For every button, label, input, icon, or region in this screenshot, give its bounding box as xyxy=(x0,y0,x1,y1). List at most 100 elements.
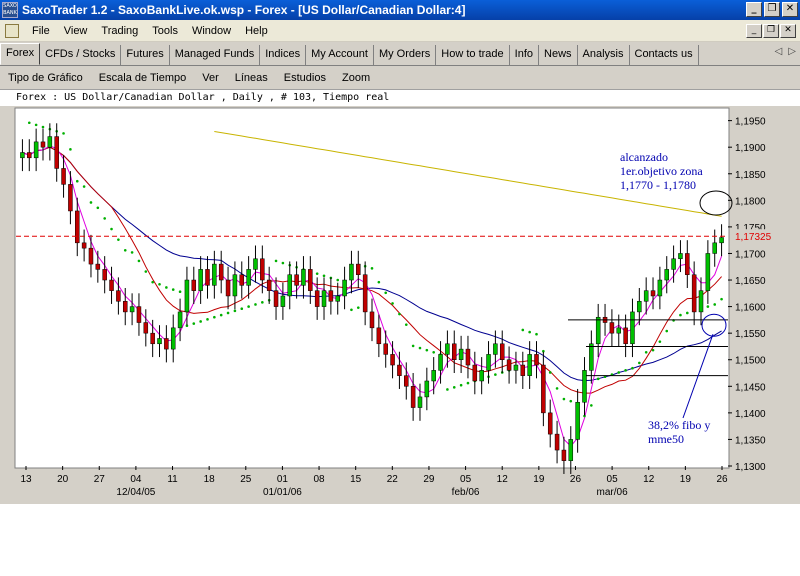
candle-body xyxy=(541,364,546,414)
sar-dot xyxy=(528,330,531,334)
document-icon[interactable] xyxy=(5,23,19,38)
mdi-restore-button[interactable]: ❐ xyxy=(763,24,779,38)
candle-body xyxy=(643,290,649,302)
candle-body xyxy=(664,269,669,281)
candle-body xyxy=(390,354,395,366)
sar-dot xyxy=(192,322,196,325)
sar-dot xyxy=(562,397,566,401)
menu-view[interactable]: View xyxy=(57,25,95,37)
menu-time-scale[interactable]: Escala de Tiempo xyxy=(91,72,194,84)
candle-body xyxy=(506,359,512,371)
tab-analysis[interactable]: Analysis xyxy=(578,45,630,65)
menu-chart-type[interactable]: Tipo de Gráfico xyxy=(0,72,91,84)
tab-forex[interactable]: Forex xyxy=(0,43,41,65)
sar-dot xyxy=(165,286,168,289)
sar-dot xyxy=(617,371,621,374)
mdi-close-button[interactable]: ✕ xyxy=(780,24,796,38)
tab-scroll-right-icon[interactable]: ▷ xyxy=(788,46,796,57)
chart-description: Forex : US Dollar/Canadian Dollar , Dail… xyxy=(0,90,800,106)
menu-help[interactable]: Help xyxy=(238,25,275,37)
candle-body xyxy=(650,290,656,297)
sar-dot xyxy=(638,361,641,365)
menu-tools[interactable]: Tools xyxy=(145,25,185,37)
candle-body xyxy=(534,354,539,366)
sar-dot xyxy=(548,371,552,374)
mdi-minimize-button[interactable]: _ xyxy=(746,24,762,38)
close-button[interactable]: ✕ xyxy=(782,2,798,17)
minimize-button[interactable]: _ xyxy=(746,2,762,17)
menu-ver[interactable]: Ver xyxy=(194,72,227,84)
candle-body xyxy=(122,301,128,313)
candle-body xyxy=(109,279,114,291)
candle-body xyxy=(383,343,388,355)
candle-body xyxy=(246,269,251,286)
tab-my-account[interactable]: My Account xyxy=(306,45,374,65)
sar-dot xyxy=(240,307,244,311)
y-tick-label: 1,1600 xyxy=(735,303,766,314)
sar-dot xyxy=(452,386,456,389)
y-tick-label: 1,1900 xyxy=(735,143,766,154)
sar-dot xyxy=(425,348,429,352)
candle-body xyxy=(376,327,382,345)
x-tick-label: 15 xyxy=(350,474,362,485)
restore-button[interactable]: ❐ xyxy=(764,2,780,17)
candle-body xyxy=(232,274,238,297)
sar-dot xyxy=(27,121,31,125)
sar-dot xyxy=(631,366,634,370)
candle-body xyxy=(547,412,553,435)
candle-body xyxy=(705,253,711,291)
sar-dot xyxy=(590,404,593,407)
x-month-label: feb/06 xyxy=(452,487,480,498)
sar-dot xyxy=(432,350,435,354)
sar-dot xyxy=(226,311,230,315)
tab-contacts-us[interactable]: Contacts us xyxy=(630,45,699,65)
candle-body xyxy=(266,279,272,291)
candle-body xyxy=(164,338,169,350)
tab-info[interactable]: Info xyxy=(510,45,540,65)
menu-zoom[interactable]: Zoom xyxy=(334,72,378,84)
sar-dot xyxy=(151,280,154,284)
sar-dot xyxy=(110,227,113,231)
sar-dot xyxy=(34,123,38,127)
sar-dot xyxy=(713,303,717,306)
chart-panel[interactable]: 1,1950 1,1900 1,1850 1,1800 1,1750 1,1700 1,16… xyxy=(0,106,800,504)
candle-body xyxy=(191,279,197,291)
candle-body xyxy=(212,263,217,286)
tab-managed-funds[interactable]: Managed Funds xyxy=(170,45,261,65)
tab-futures[interactable]: Futures xyxy=(121,45,170,65)
annotation-fibo-line-1: 38,2% fibo y xyxy=(648,418,711,432)
candle-body xyxy=(314,290,320,307)
menu-studies[interactable]: Estudios xyxy=(276,72,334,84)
menu-file[interactable]: File xyxy=(25,25,57,37)
sar-dot xyxy=(446,388,449,391)
x-month-label: mar/06 xyxy=(597,487,629,498)
x-tick-label: 05 xyxy=(607,474,619,485)
sar-dot xyxy=(535,332,538,336)
menu-window[interactable]: Window xyxy=(185,25,238,37)
x-tick-label: 12 xyxy=(643,474,655,485)
x-tick-label: 08 xyxy=(313,474,325,485)
annotation-target: alcanzado 1er.objetivo zona 1,1770 - 1,1… xyxy=(620,150,703,192)
sar-dot xyxy=(82,185,86,188)
sar-dot xyxy=(75,179,79,183)
tab-indices[interactable]: Indices xyxy=(260,45,307,65)
candle-body xyxy=(349,263,354,281)
tab-how-to-trade[interactable]: How to trade xyxy=(436,45,510,65)
candle-body xyxy=(630,311,635,345)
x-tick-label: 26 xyxy=(570,474,582,485)
menu-lines[interactable]: Líneas xyxy=(227,72,276,84)
mdi-controls: _ ❐ ✕ xyxy=(746,24,796,38)
candle-body xyxy=(301,269,306,286)
menu-trading[interactable]: Trading xyxy=(94,25,145,37)
candle-body xyxy=(520,364,526,376)
sar-dot xyxy=(391,302,394,305)
tab-news[interactable]: News xyxy=(539,45,578,65)
sar-dot xyxy=(41,125,45,129)
tab-my-orders[interactable]: My Orders xyxy=(374,45,437,65)
candle-body xyxy=(685,253,690,275)
tab-cfds-stocks[interactable]: CFDs / Stocks xyxy=(40,45,122,65)
candle-body xyxy=(452,343,457,360)
tab-scroll-left-icon[interactable]: ◁ xyxy=(775,46,783,57)
sar-dot xyxy=(555,387,559,390)
window-title: SaxoTrader 1.2 - SaxoBankLive.ok.wsp - F… xyxy=(22,3,466,17)
